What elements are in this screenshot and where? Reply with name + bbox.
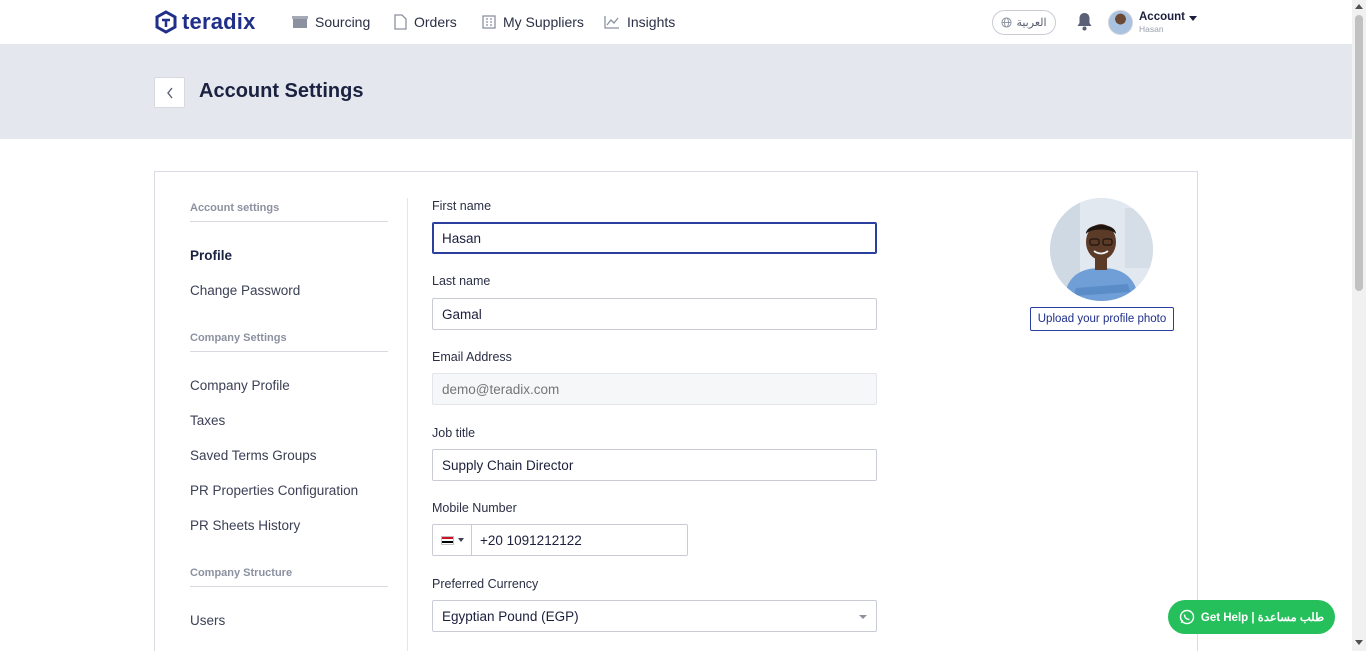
globe-icon (1001, 17, 1013, 28)
sidebar-item-profile[interactable]: Profile (190, 248, 232, 263)
sidebar-divider (407, 198, 408, 651)
profile-photo (1050, 198, 1153, 301)
currency-select[interactable]: Egyptian Pound (EGP) (432, 600, 877, 632)
mobile-number-field (432, 524, 688, 556)
scroll-down-arrow-icon[interactable] (1355, 640, 1363, 645)
box-icon (292, 16, 308, 28)
teradix-logo-icon (155, 10, 177, 34)
sidebar-item-users[interactable]: Users (190, 613, 225, 628)
last-name-input[interactable] (432, 298, 877, 330)
email-label: Email Address (432, 350, 512, 364)
mobile-number-label: Mobile Number (432, 501, 517, 515)
get-help-button[interactable]: Get Help | طلب مساعدة (1168, 600, 1335, 634)
caret-down-icon (457, 538, 464, 542)
job-title-label: Job title (432, 426, 476, 440)
nav-orders[interactable]: Orders (394, 12, 457, 32)
get-help-label: Get Help | طلب مساعدة (1200, 612, 1325, 624)
divider (190, 586, 388, 587)
avatar[interactable] (1108, 10, 1133, 35)
sidebar-heading-company-settings: Company Settings (190, 332, 287, 344)
back-button[interactable] (154, 77, 185, 108)
sidebar-item-saved-terms-groups[interactable]: Saved Terms Groups (190, 448, 317, 463)
sidebar-item-pr-sheets-history[interactable]: PR Sheets History (190, 518, 300, 533)
caret-down-icon (859, 615, 867, 619)
chart-icon (604, 16, 619, 29)
nav-insights[interactable]: Insights (604, 12, 675, 32)
mobile-number-input[interactable] (472, 525, 687, 555)
preferred-currency-label: Preferred Currency (432, 577, 539, 591)
building-icon (482, 15, 496, 29)
divider (190, 221, 388, 222)
language-label: العربية (1016, 17, 1047, 29)
language-switch-button[interactable]: العربية (992, 10, 1056, 35)
bell-icon (1077, 13, 1092, 31)
teradix-logo[interactable]: teradix (154, 8, 256, 36)
account-label: Account (1139, 11, 1185, 23)
notifications-button[interactable] (1076, 12, 1093, 36)
chevron-left-icon (166, 87, 173, 98)
upload-profile-photo-button[interactable]: Upload your profile photo (1030, 307, 1174, 331)
caret-down-icon[interactable] (1189, 16, 1197, 21)
scrollbar-thumb[interactable] (1355, 15, 1363, 291)
last-name-label: Last name (432, 274, 491, 288)
scroll-up-arrow-icon[interactable] (1355, 4, 1363, 9)
nav-sourcing-label: Sourcing (315, 14, 371, 30)
account-menu[interactable]: Account Hasan (1139, 11, 1185, 34)
sidebar-item-company-profile[interactable]: Company Profile (190, 378, 290, 393)
profile-photo-image (1050, 198, 1153, 301)
whatsapp-icon (1179, 609, 1195, 625)
nav-my-suppliers[interactable]: My Suppliers (482, 12, 584, 32)
sidebar-heading-company-structure: Company Structure (190, 567, 293, 579)
page-title: Account Settings (199, 80, 364, 102)
divider (190, 351, 388, 352)
currency-select-value: Egyptian Pound (EGP) (442, 608, 579, 624)
first-name-label: First name (432, 199, 492, 213)
sidebar-item-taxes[interactable]: Taxes (190, 413, 225, 428)
first-name-input[interactable] (432, 222, 877, 254)
nav-my-suppliers-label: My Suppliers (503, 14, 584, 30)
country-code-select[interactable] (433, 525, 472, 555)
nav-sourcing[interactable]: Sourcing (292, 12, 370, 32)
email-input (432, 373, 877, 405)
top-navbar: teradix Sourcing Orders My Suppliers Ins… (0, 0, 1352, 45)
document-icon (394, 14, 407, 30)
nav-insights-label: Insights (627, 14, 676, 30)
logo-text: teradix (182, 9, 256, 34)
sidebar-heading-account-settings: Account settings (190, 202, 280, 214)
page-scrollbar[interactable] (1352, 0, 1366, 651)
egypt-flag-icon (440, 535, 454, 545)
nav-orders-label: Orders (414, 14, 457, 30)
account-username: Hasan (1139, 24, 1164, 34)
sidebar-item-change-password[interactable]: Change Password (190, 283, 300, 298)
job-title-input[interactable] (432, 449, 877, 481)
sidebar-item-pr-properties-configuration[interactable]: PR Properties Configuration (190, 483, 358, 498)
